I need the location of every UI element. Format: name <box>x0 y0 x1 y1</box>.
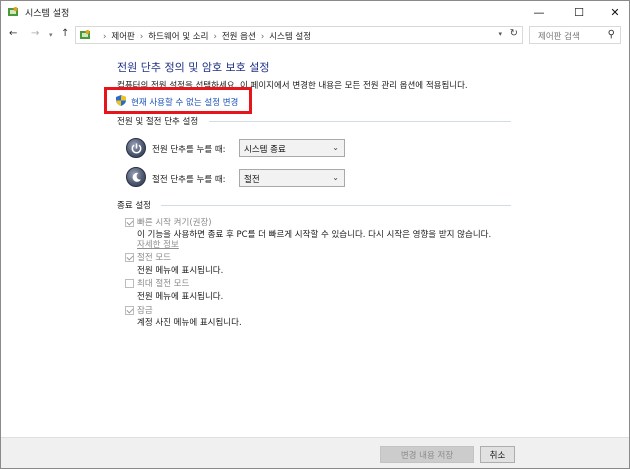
search-icon[interactable]: ⚲ <box>608 29 615 40</box>
lock-checkbox[interactable] <box>125 306 134 315</box>
search-placeholder: 제어판 검색 <box>538 32 580 42</box>
sleep-button-label: 절전 단추를 누를 때: <box>152 175 226 185</box>
breadcrumb-item[interactable]: 제어판 <box>111 32 134 42</box>
hibernate-checkbox[interactable] <box>125 279 134 288</box>
more-info-link[interactable]: 자세한 정보 <box>137 238 179 250</box>
forward-button[interactable]: → <box>31 28 39 39</box>
power-button-label: 전원 단추를 누를 때: <box>152 145 226 155</box>
breadcrumb: › 제어판 › 하드웨어 및 소리 › 전원 옵션 › 시스템 설정 <box>98 30 311 42</box>
uac-shield-icon <box>116 95 126 106</box>
breadcrumb-separator-icon: › <box>139 32 144 42</box>
power-button-action-select[interactable]: 시스템 종료 ⌄ <box>239 139 345 157</box>
breadcrumb-item[interactable]: 전원 옵션 <box>222 32 256 42</box>
window-title: 시스템 설정 <box>25 9 70 19</box>
power-buttons-section-heading: 전원 및 절전 단추 설정 <box>117 117 199 127</box>
minimize-button[interactable]: — <box>521 1 557 23</box>
breadcrumb-separator-icon: › <box>260 32 265 42</box>
fast-startup-checkbox[interactable] <box>125 218 134 227</box>
control-panel-icon <box>8 7 18 16</box>
power-button-icon <box>126 138 146 158</box>
select-value: 시스템 종료 <box>244 145 286 155</box>
shutdown-section-heading: 종료 설정 <box>117 201 151 211</box>
title-bar: 시스템 설정 — ☐ ✕ <box>1 1 629 23</box>
back-button[interactable]: ← <box>9 28 17 39</box>
hibernate-description: 전원 메뉴에 표시됩니다. <box>137 292 224 302</box>
address-bar[interactable]: › 제어판 › 하드웨어 및 소리 › 전원 옵션 › 시스템 설정 ▾ ↻ <box>75 26 523 44</box>
hibernate-label: 최대 절전 모드 <box>137 279 190 289</box>
close-button[interactable]: ✕ <box>597 1 630 23</box>
save-changes-button[interactable]: 변경 내용 저장 <box>380 446 474 463</box>
lock-description: 계정 사진 메뉴에 표시됩니다. <box>137 318 242 328</box>
fast-startup-label: 빠른 시작 켜기(권장) <box>137 218 212 228</box>
sleep-button-action-select[interactable]: 절전 ⌄ <box>239 169 345 187</box>
page-title: 전원 단추 정의 및 암호 보호 설정 <box>117 61 270 74</box>
cancel-button[interactable]: 취소 <box>480 446 515 463</box>
sleep-label: 절전 모드 <box>137 253 171 263</box>
sleep-checkbox[interactable] <box>125 253 134 262</box>
fast-startup-description: 이 기능을 사용하면 종료 후 PC를 더 빠르게 시작할 수 있습니다. 다시… <box>137 230 492 240</box>
section-divider <box>161 205 511 206</box>
section-divider <box>209 121 511 122</box>
breadcrumb-separator-icon: › <box>213 32 217 42</box>
sleep-button-icon <box>126 167 146 187</box>
navigation-bar: ← → ▾ ↑ › 제어판 › 하드웨어 및 소리 › 전원 옵션 › 시스템 설정 ▾ ↻ … <box>1 23 629 47</box>
chevron-down-icon: ⌄ <box>332 173 339 182</box>
highlight-annotation: 현재 사용할 수 없는 설정 변경 <box>104 87 252 114</box>
chevron-down-icon: ⌄ <box>332 143 339 152</box>
breadcrumb-separator-icon: › <box>103 32 107 42</box>
up-button[interactable]: ↑ <box>61 28 69 39</box>
maximize-button[interactable]: ☐ <box>561 1 597 23</box>
refresh-icon[interactable]: ↻ <box>510 28 518 39</box>
address-dropdown-chevron-icon[interactable]: ▾ <box>498 30 502 38</box>
system-settings-window: 시스템 설정 — ☐ ✕ ← → ▾ ↑ › 제어판 › 하드웨어 및 소리 › 전원 옵… <box>0 0 630 469</box>
change-unavailable-settings-link[interactable]: 현재 사용할 수 없는 설정 변경 <box>131 96 238 108</box>
breadcrumb-item[interactable]: 시스템 설정 <box>269 32 311 42</box>
control-panel-icon <box>80 30 90 39</box>
select-value: 절전 <box>244 175 260 185</box>
search-input[interactable]: 제어판 검색 ⚲ <box>529 26 621 44</box>
lock-label: 잠금 <box>137 306 153 316</box>
recent-locations-chevron-icon[interactable]: ▾ <box>49 31 53 39</box>
breadcrumb-item[interactable]: 하드웨어 및 소리 <box>148 32 208 42</box>
sleep-description: 전원 메뉴에 표시됩니다. <box>137 266 224 276</box>
footer-bar: 변경 내용 저장 취소 <box>1 437 629 468</box>
